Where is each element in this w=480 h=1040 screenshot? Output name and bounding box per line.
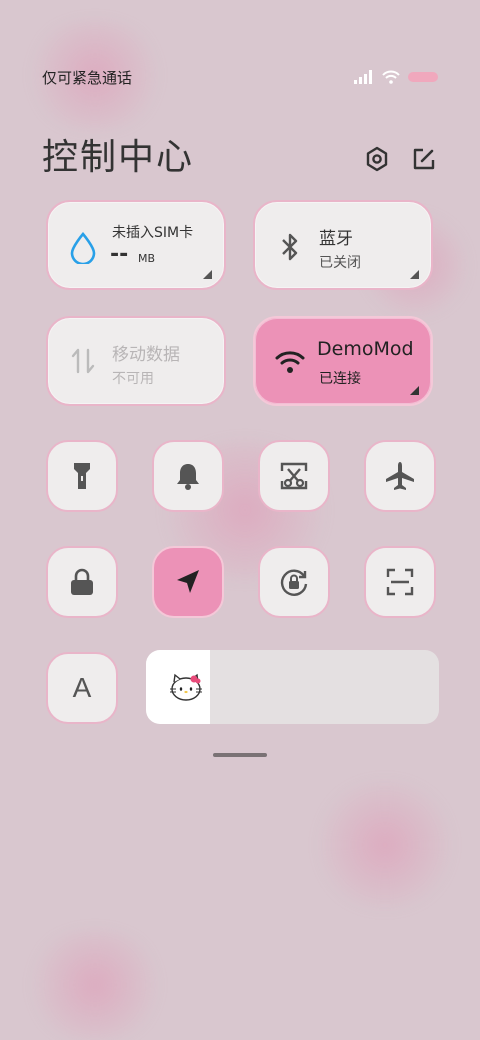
rotation-lock-toggle[interactable] xyxy=(258,546,330,618)
bell-icon xyxy=(177,464,199,490)
wifi-icon xyxy=(275,351,305,373)
background-heart xyxy=(310,780,460,910)
flashlight-icon xyxy=(74,463,90,489)
bluetooth-icon xyxy=(282,233,298,261)
data-usage-tile[interactable]: 未插入SIM卡 -- MB xyxy=(46,200,226,290)
ring-toggle[interactable] xyxy=(152,440,224,512)
hello-kitty-icon xyxy=(170,673,202,701)
wifi-network-name: DemoMod xyxy=(317,338,414,360)
expand-corner-icon xyxy=(410,270,419,279)
mobile-data-tile[interactable]: 移动数据 不可用 xyxy=(46,316,226,406)
mobile-data-icon xyxy=(71,348,95,374)
airplane-toggle[interactable] xyxy=(364,440,436,512)
drawer-handle[interactable] xyxy=(213,753,267,757)
lock-icon xyxy=(71,568,93,595)
font-size-label: A xyxy=(72,672,92,703)
bluetooth-tile[interactable]: 蓝牙 已关闭 xyxy=(253,200,433,290)
data-usage-label: 未插入SIM卡 xyxy=(112,225,194,241)
scan-toggle[interactable] xyxy=(364,546,436,618)
water-drop-icon xyxy=(70,232,96,264)
wifi-status-icon xyxy=(382,70,400,84)
signal-icon xyxy=(354,70,372,84)
page-title: 控制中心 xyxy=(42,137,195,178)
background-heart xyxy=(20,930,170,1040)
scan-icon xyxy=(386,568,414,596)
expand-corner-icon xyxy=(203,270,212,279)
lock-screen-toggle[interactable] xyxy=(46,546,118,618)
carrier-text: 仅可紧急通话 xyxy=(42,68,133,87)
mobile-data-status: 不可用 xyxy=(112,371,154,387)
edit-icon[interactable] xyxy=(410,145,438,173)
flashlight-toggle[interactable] xyxy=(46,440,118,512)
data-usage-value: -- xyxy=(110,242,129,267)
status-icons xyxy=(354,70,438,84)
mobile-data-label: 移动数据 xyxy=(112,345,180,365)
bluetooth-status: 已关闭 xyxy=(319,255,361,271)
data-usage-unit: MB xyxy=(138,252,156,265)
status-bar: 仅可紧急通话 xyxy=(42,66,438,88)
settings-icon[interactable] xyxy=(363,145,391,173)
wifi-tile[interactable]: DemoMod 已连接 xyxy=(253,316,433,406)
font-size-button[interactable]: A xyxy=(46,652,118,724)
screenshot-toggle[interactable] xyxy=(258,440,330,512)
expand-corner-icon xyxy=(410,386,419,395)
bluetooth-label: 蓝牙 xyxy=(319,229,353,249)
location-toggle[interactable] xyxy=(152,546,224,618)
wifi-status: 已连接 xyxy=(319,371,361,387)
brightness-slider[interactable] xyxy=(146,650,439,724)
screenshot-icon xyxy=(280,462,308,490)
rotation-lock-icon xyxy=(280,569,308,596)
location-icon xyxy=(177,570,199,593)
airplane-icon xyxy=(386,462,414,490)
battery-icon xyxy=(408,72,438,82)
